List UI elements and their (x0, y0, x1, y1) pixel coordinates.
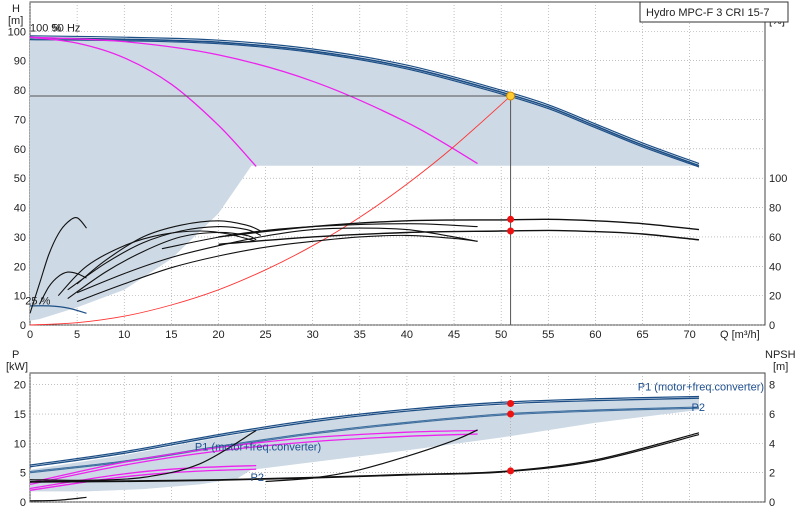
qh-x-tick: 40 (401, 329, 413, 341)
qh-plot: 0 5 10 15 20 25 30 35 40 45 50 55 60 65 70 0 10 20 30 40 50 6… (8, 1, 787, 341)
qh-right-tick: 100 (769, 173, 787, 185)
power-y-tick: 0 (20, 497, 26, 509)
qh-x-tick: 60 (589, 329, 601, 341)
qh-x-tick: 10 (118, 329, 130, 341)
power-ylabel-symbol: P (12, 349, 19, 361)
qh-right-tick: 20 (769, 291, 781, 303)
qh-y-tick: 20 (14, 261, 26, 273)
qh-ylabel-unit: [m] (8, 15, 23, 27)
qh-annotation: 50 Hz (52, 22, 81, 34)
qh-x-tick: 25 (259, 329, 271, 341)
npsh-label-unit: [m] (773, 361, 788, 373)
qh-y-tick: 70 (14, 114, 26, 126)
qh-x-tick: 70 (683, 329, 695, 341)
qh-eta-marker (507, 215, 515, 223)
qh-y-tick: 50 (14, 173, 26, 185)
qh-xlabel: Q [m³/h] (720, 329, 760, 341)
pump-performance-chart: 0 5 10 15 20 25 30 35 40 45 50 55 60 65 70010203040506… (6, 1, 796, 509)
power-plot: 0 5 10 15 20 0 2 4 6 8 P[kW] NPSH[m] P1 (motor+freq.… (6, 349, 796, 509)
npsh-tick: 0 (769, 497, 775, 509)
qh-x-tick: 30 (307, 329, 319, 341)
power-marker (507, 467, 515, 475)
qh-duty-point (506, 91, 516, 101)
power-series-label: P1 (motor+freq.converter) (638, 382, 764, 394)
power-ylabel-unit: [kW] (6, 361, 28, 373)
npsh-tick: 6 (769, 409, 775, 421)
power-y-tick: 5 (20, 468, 26, 480)
qh-ylabel-symbol: H (12, 3, 20, 15)
qh-y-tick: 40 (14, 203, 26, 215)
qh-right-tick: 60 (769, 232, 781, 244)
qh-y-tick: 30 (14, 232, 26, 244)
qh-x-tick: 35 (354, 329, 366, 341)
npsh-tick: 2 (769, 468, 775, 480)
qh-y-tick: 100 (8, 26, 26, 38)
title-box: Hydro MPC-F 3 CRI 15-7 (639, 1, 789, 23)
qh-annotation: 25 % (25, 295, 50, 307)
qh-y-tick: 90 (14, 56, 26, 68)
qh-x-tick: 0 (27, 329, 33, 341)
qh-x-tick: 5 (74, 329, 80, 341)
qh-right-tick: 40 (769, 261, 781, 273)
qh-right-tick: 0 (769, 320, 775, 332)
qh-x-tick: 55 (542, 329, 554, 341)
npsh-tick: 8 (769, 380, 775, 392)
npsh-tick: 4 (769, 438, 775, 450)
power-y-tick: 20 (14, 380, 26, 392)
qh-y-tick: 10 (14, 291, 26, 303)
power-marker (507, 399, 515, 407)
qh-x-tick: 20 (212, 329, 224, 341)
power-series-label: P2 (251, 472, 264, 484)
qh-x-tick: 50 (495, 329, 507, 341)
chart-title: Hydro MPC-F 3 CRI 15-7 (646, 7, 769, 19)
qh-y-tick: 80 (14, 85, 26, 97)
qh-y-tick: 0 (20, 320, 26, 332)
npsh-label-symbol: NPSH (765, 349, 796, 361)
qh-x-tick: 15 (165, 329, 177, 341)
power-series-label: P2 (692, 402, 705, 414)
qh-right-tick: 80 (769, 203, 781, 215)
power-series-label: P1 (motor+freq.converter) (195, 441, 321, 453)
qh-eta-marker (507, 227, 515, 235)
power-y-tick: 15 (14, 409, 26, 421)
qh-y-tick: 60 (14, 144, 26, 156)
qh-x-tick: 45 (448, 329, 460, 341)
qh-x-tick: 65 (636, 329, 648, 341)
power-y-tick: 10 (14, 438, 26, 450)
power-marker (507, 410, 515, 418)
